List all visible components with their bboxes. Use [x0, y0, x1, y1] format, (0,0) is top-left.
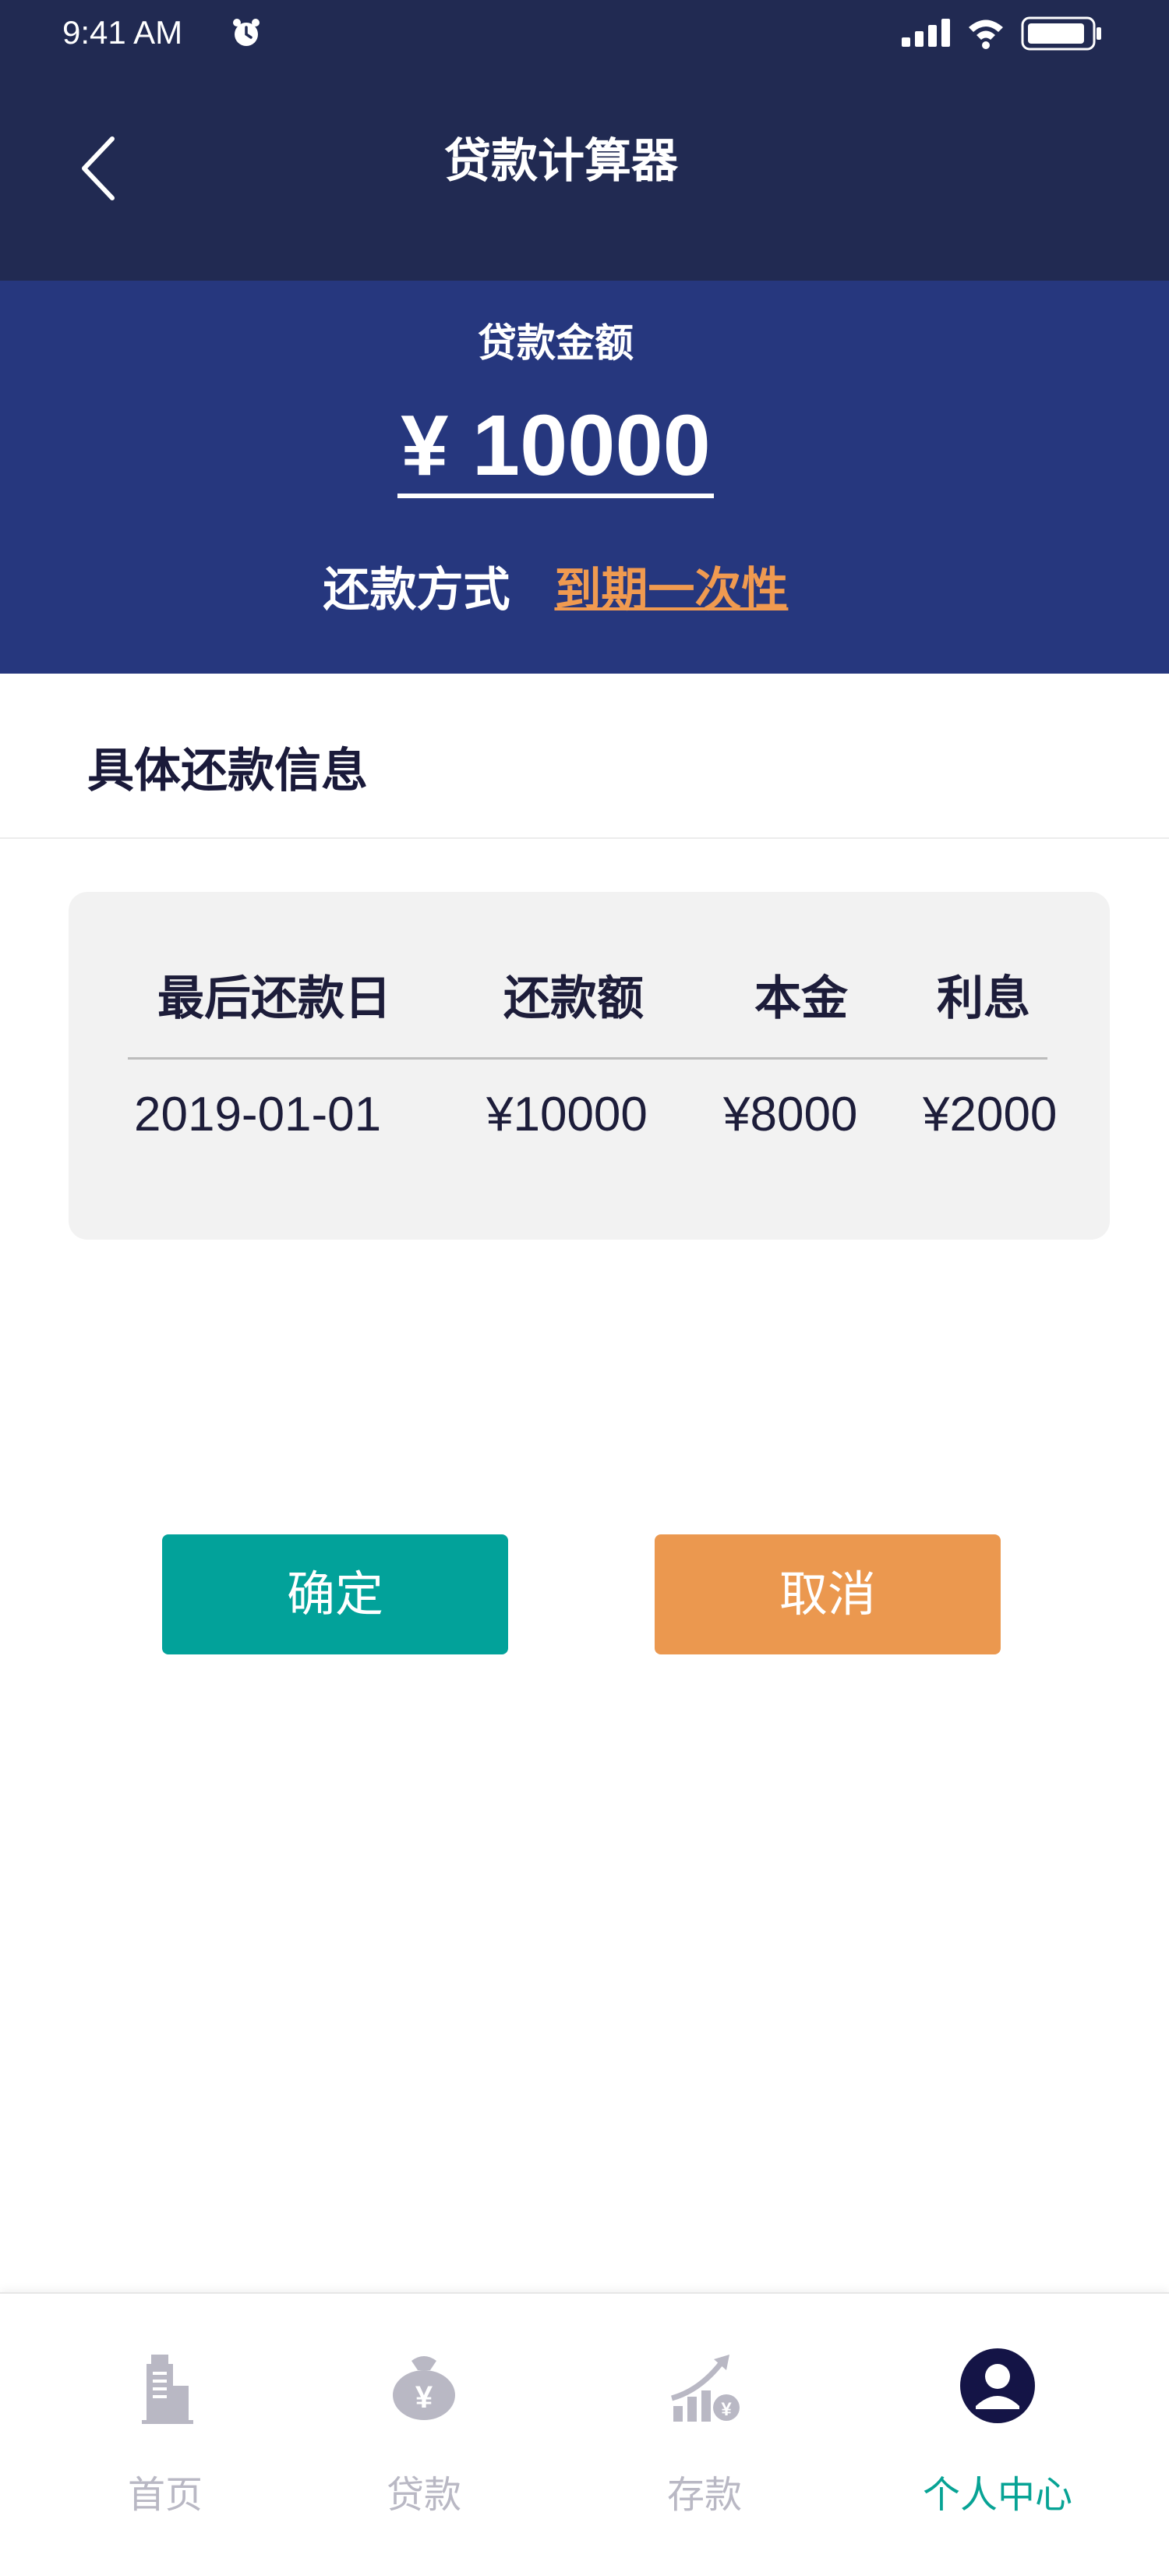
svg-text:¥: ¥	[721, 2399, 732, 2420]
wifi-icon	[969, 19, 1003, 49]
loan-amount-text[interactable]: ¥ 10000	[397, 398, 714, 498]
repayment-table: 最后还款日 还款额 本金 利息 2019-01-01 ¥10000 ¥8000 …	[69, 892, 1110, 1240]
section-header: 具体还款信息	[0, 674, 1169, 839]
status-time: 9:41 AM	[62, 14, 183, 51]
tab-profile[interactable]: 个人中心	[881, 2294, 1114, 2528]
money-bag-icon: ¥	[393, 2356, 455, 2420]
tab-deposit[interactable]: ¥ 存款	[588, 2294, 821, 2528]
section-title: 具体还款信息	[87, 744, 368, 798]
svg-text:¥: ¥	[415, 2380, 433, 2415]
cell-principal: ¥8000	[723, 1088, 858, 1141]
header-interest: 利息	[937, 971, 1030, 1026]
cell-interest: ¥2000	[923, 1088, 1058, 1141]
tab-bar: 首页 ¥ 贷款 ¥ 存款 个人中心	[0, 2292, 1169, 2576]
signal-icon	[902, 19, 950, 47]
loan-amount-panel: 贷款金额 ¥ 10000 还款方式 到期一次性	[0, 281, 1169, 674]
cell-last-repay-date: 2019-01-01	[134, 1088, 382, 1141]
tab-loan-label: 贷款	[386, 2473, 461, 2517]
repay-method-link[interactable]: 到期一次性	[554, 563, 788, 617]
table-divider	[128, 1057, 1047, 1060]
header-repay-amount: 还款额	[503, 971, 644, 1026]
header-principal: 本金	[754, 971, 848, 1026]
tab-home-label: 首页	[127, 2473, 203, 2517]
cell-repay-amount: ¥10000	[486, 1088, 648, 1141]
tab-loan[interactable]: ¥ 贷款	[307, 2294, 541, 2528]
confirm-button[interactable]: 确定	[162, 1534, 508, 1654]
cancel-button[interactable]: 取消	[655, 1534, 1001, 1654]
repay-method-row: 还款方式 到期一次性	[0, 552, 1111, 620]
nav-bar: 贷款计算器	[0, 70, 1169, 281]
header-last-repay-date: 最后还款日	[157, 971, 391, 1026]
loan-amount-value[interactable]: ¥ 10000	[0, 396, 1111, 498]
tab-deposit-label: 存款	[666, 2473, 742, 2517]
tab-home[interactable]: 首页	[48, 2294, 282, 2528]
growth-chart-icon: ¥	[671, 2355, 740, 2422]
building-icon	[142, 2355, 193, 2424]
battery-icon	[1021, 16, 1101, 51]
tab-profile-label: 个人中心	[922, 2473, 1072, 2517]
status-bar: 9:41 AM	[0, 0, 1169, 70]
user-circle-icon	[960, 2348, 1035, 2423]
loan-amount-label: 贷款金额	[478, 320, 634, 366]
repay-method-label: 还款方式	[323, 563, 510, 617]
page-title: 贷款计算器	[444, 134, 678, 189]
alarm-icon	[233, 19, 260, 46]
